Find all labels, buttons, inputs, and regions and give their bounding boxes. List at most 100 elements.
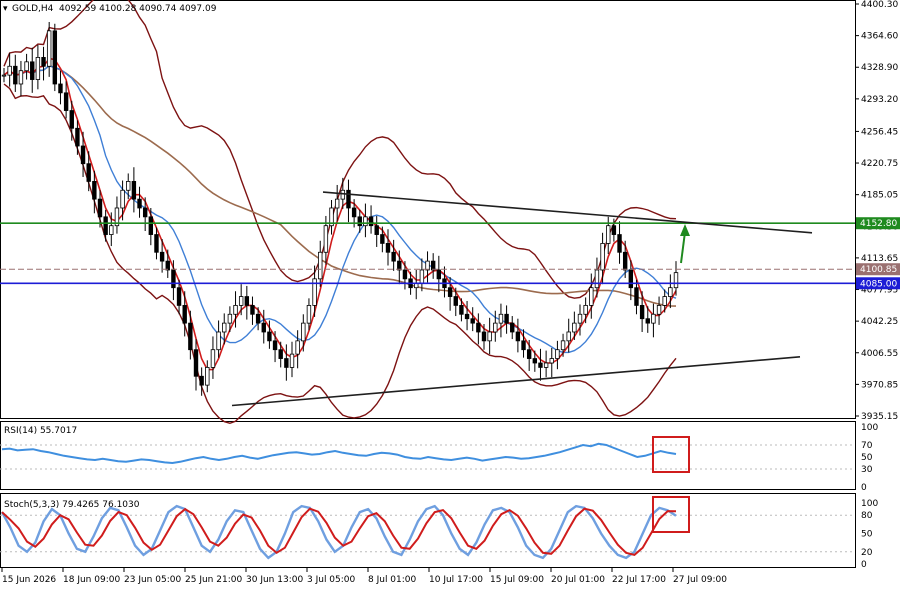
candle-body (526, 349, 532, 359)
candle-body (560, 340, 566, 351)
candle-body (340, 189, 346, 200)
price-tick-label: 4006.55 (861, 349, 898, 359)
trading-chart: ▾ GOLD,H4 4092.59 4100.28 4090.74 4097.0… (0, 0, 900, 585)
candle-body (532, 358, 538, 364)
candle-body (52, 30, 58, 85)
candle-body (24, 61, 29, 72)
candle-body (617, 234, 622, 253)
candle-body (210, 349, 216, 368)
candle-body (549, 358, 554, 364)
candle-body (238, 296, 244, 306)
candle-body (193, 349, 199, 377)
candle-body (397, 260, 402, 271)
candle-body (622, 251, 628, 271)
rsi-tick-label: 30 (861, 465, 873, 475)
candle-body (351, 207, 357, 218)
candle-body (656, 305, 662, 315)
candle-body (459, 305, 464, 315)
candle-body (120, 189, 125, 209)
candle-body (504, 313, 509, 324)
candle-body (363, 216, 368, 227)
candle-body (278, 349, 283, 359)
candle-body (521, 340, 526, 351)
candle-body (176, 287, 182, 306)
candle-body (250, 305, 255, 315)
price-tag-label: 4100.85 (860, 265, 897, 275)
candle-body (374, 225, 379, 235)
candle-body (464, 313, 470, 320)
candle-body (346, 189, 351, 209)
time-tick-label: 25 Jun 21:00 (185, 575, 242, 585)
price-tag-label: 4152.80 (860, 219, 897, 229)
candle-body (668, 287, 673, 297)
price-tick-label: 3970.85 (861, 380, 898, 390)
rsi-tick-label: 70 (861, 441, 873, 451)
candle-body (487, 331, 492, 342)
candle-body (159, 251, 165, 262)
candle-body (453, 296, 458, 306)
candle-body (481, 331, 487, 342)
candle-body (75, 127, 80, 147)
candle-body (41, 57, 46, 67)
candle-body (476, 322, 481, 333)
candle-body (498, 313, 504, 324)
candle-body (46, 30, 52, 67)
candle-body (306, 305, 312, 324)
rsi-tick-label: 100 (861, 423, 878, 433)
candle-body (13, 65, 18, 85)
candle-body (419, 269, 425, 284)
time-tick-label: 8 Jul 01:00 (368, 575, 417, 585)
candle-body (30, 61, 35, 80)
candle-body (510, 322, 515, 333)
price-tick-label: 4293.20 (861, 95, 898, 105)
candle-body (380, 234, 385, 244)
price-panel-frame (0, 0, 856, 419)
rsi-tick-label: 50 (861, 453, 873, 463)
candle-body (385, 243, 391, 253)
ohlc-readout: 4092.59 4100.28 4090.74 4097.09 (59, 4, 217, 14)
candle-body (171, 269, 176, 289)
price-tick-label: 4042.25 (861, 317, 898, 327)
candle-body (673, 272, 679, 289)
candle-body (86, 163, 91, 182)
candle-body (606, 225, 611, 244)
candle-body (148, 216, 154, 235)
stoch-axis: 100 80 50 20 0 (861, 499, 878, 570)
candle-body (103, 216, 108, 235)
candle-body (222, 322, 227, 333)
price-tag-label: 4085.00 (860, 279, 897, 289)
candle-body (611, 225, 617, 235)
candle-body (566, 331, 571, 342)
price-tick-label: 4220.75 (861, 159, 898, 169)
candle-body (589, 287, 594, 306)
candle-body (80, 145, 86, 165)
time-axis: 15 Jun 2026 18 Jun 09:00 23 Jun 05:00 25 Ju… (1, 568, 727, 585)
candle-body (1, 74, 7, 77)
price-tick-label: 3935.15 (861, 412, 898, 422)
time-tick-label: 18 Jun 09:00 (63, 575, 120, 585)
rsi-tick-label: 0 (861, 483, 867, 493)
time-tick-label: 15 Jun 2026 (2, 575, 56, 585)
candle-body (227, 313, 233, 324)
candle-body (35, 57, 41, 80)
candle-body (555, 349, 560, 359)
time-tick-label: 15 Jul 09:00 (490, 575, 544, 585)
price-tick-label: 4364.60 (861, 32, 898, 42)
candle-body (188, 322, 193, 351)
candle-body (58, 83, 63, 94)
candle-body (402, 269, 408, 280)
price-tick-label: 4256.45 (861, 127, 898, 137)
candle-body (216, 331, 221, 351)
stoch-tick-label: 100 (861, 499, 878, 509)
candle-body (368, 216, 374, 227)
candle-body (284, 358, 289, 368)
candle-body (289, 353, 295, 368)
stoch-tick-label: 20 (861, 548, 873, 558)
candle-body (165, 260, 170, 271)
candle-body (493, 322, 498, 333)
time-tick-label: 3 Jul 05:00 (307, 575, 356, 585)
stoch-tick-label: 50 (861, 530, 873, 540)
symbol-label: GOLD,H4 (12, 4, 54, 14)
stoch-tick-label: 80 (861, 511, 873, 521)
price-axis: 4400.30 4364.60 4328.90 4293.20 4256.45 4220.… (855, 0, 898, 422)
